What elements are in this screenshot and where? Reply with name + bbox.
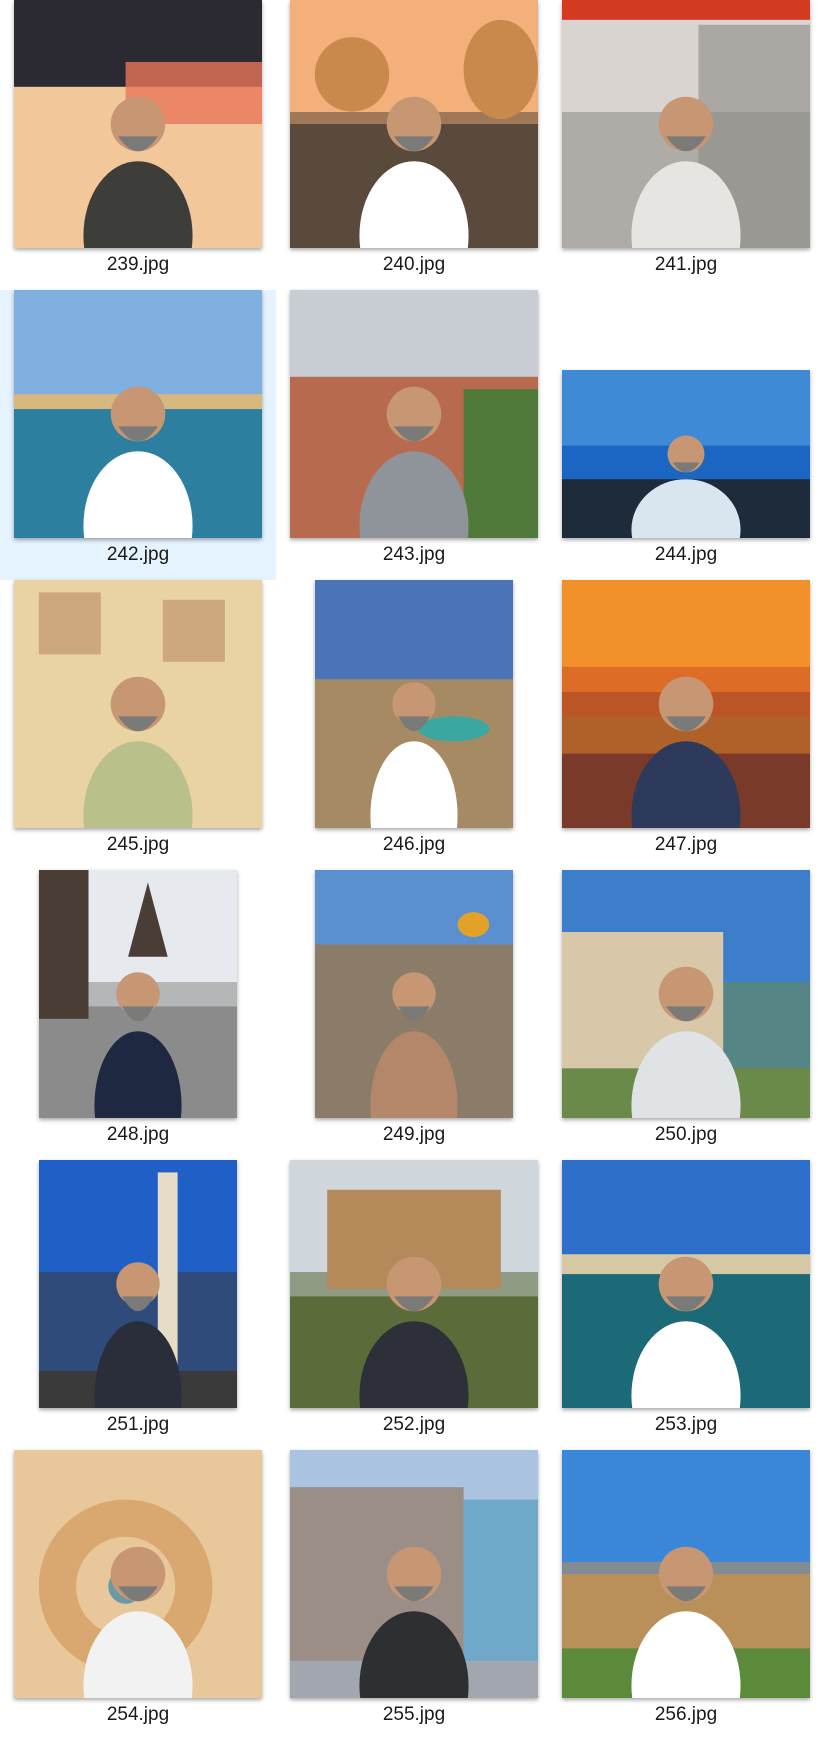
file-name-label: 247.jpg — [654, 834, 718, 855]
file-name-label: 243.jpg — [382, 544, 446, 565]
file-item[interactable]: 245.jpg — [0, 580, 276, 870]
file-name-label: 248.jpg — [106, 1124, 170, 1145]
thumbnail-frame — [0, 870, 276, 1118]
thumbnail-frame — [0, 1160, 276, 1408]
thumbnail-grid: 239.jpg 240.jpg 241.jpg 242.jpg 243.jpg … — [0, 0, 822, 1725]
photo-thumbnail[interactable] — [14, 580, 262, 828]
file-item[interactable]: 255.jpg — [276, 1450, 552, 1740]
photo-thumbnail[interactable] — [562, 580, 810, 828]
thumbnail-frame — [548, 870, 822, 1118]
file-item[interactable]: 249.jpg — [276, 870, 552, 1160]
photo-thumbnail[interactable] — [14, 290, 262, 538]
thumbnail-frame — [276, 580, 552, 828]
file-item[interactable]: 243.jpg — [276, 290, 552, 580]
file-name-label: 242.jpg — [106, 544, 170, 565]
thumbnail-frame — [276, 290, 552, 538]
file-item[interactable]: 248.jpg — [0, 870, 276, 1160]
photo-thumbnail[interactable] — [562, 370, 810, 538]
photo-thumbnail[interactable] — [39, 1160, 237, 1408]
photo-thumbnail[interactable] — [562, 1450, 810, 1698]
file-name-label: 245.jpg — [106, 834, 170, 855]
photo-thumbnail[interactable] — [290, 290, 538, 538]
thumbnail-frame — [548, 0, 822, 248]
file-name-label: 239.jpg — [106, 254, 170, 275]
thumbnail-frame — [276, 0, 552, 248]
photo-thumbnail[interactable] — [14, 1450, 262, 1698]
thumbnail-frame — [276, 870, 552, 1118]
photo-thumbnail[interactable] — [562, 0, 810, 248]
file-name-label: 250.jpg — [654, 1124, 718, 1145]
file-name-label: 241.jpg — [654, 254, 718, 275]
file-name-label: 249.jpg — [382, 1124, 446, 1145]
file-item[interactable]: 247.jpg — [548, 580, 822, 870]
photo-thumbnail[interactable] — [290, 0, 538, 248]
thumbnail-frame — [0, 1450, 276, 1698]
file-item[interactable]: 240.jpg — [276, 0, 552, 290]
file-item[interactable]: 246.jpg — [276, 580, 552, 870]
file-item[interactable]: 242.jpg — [0, 290, 276, 580]
file-name-label: 252.jpg — [382, 1414, 446, 1435]
file-name-label: 256.jpg — [654, 1704, 718, 1725]
photo-thumbnail[interactable] — [290, 1450, 538, 1698]
file-name-label: 254.jpg — [106, 1704, 170, 1725]
file-name-label: 255.jpg — [382, 1704, 446, 1725]
file-item[interactable]: 254.jpg — [0, 1450, 276, 1740]
file-item[interactable]: 253.jpg — [548, 1160, 822, 1450]
thumbnail-frame — [548, 1450, 822, 1698]
photo-thumbnail[interactable] — [290, 1160, 538, 1408]
photo-thumbnail[interactable] — [562, 870, 810, 1118]
photo-thumbnail[interactable] — [315, 580, 513, 828]
file-item[interactable]: 252.jpg — [276, 1160, 552, 1450]
thumbnail-frame — [0, 0, 276, 248]
thumbnail-frame — [276, 1450, 552, 1698]
file-name-label: 246.jpg — [382, 834, 446, 855]
file-name-label: 253.jpg — [654, 1414, 718, 1435]
photo-thumbnail[interactable] — [562, 1160, 810, 1408]
photo-thumbnail[interactable] — [315, 870, 513, 1118]
thumbnail-frame — [548, 290, 822, 538]
thumbnail-frame — [548, 580, 822, 828]
file-item[interactable]: 239.jpg — [0, 0, 276, 290]
thumbnail-frame — [0, 580, 276, 828]
thumbnail-frame — [548, 1160, 822, 1408]
file-name-label: 251.jpg — [106, 1414, 170, 1435]
file-name-label: 240.jpg — [382, 254, 446, 275]
file-item[interactable]: 244.jpg — [548, 290, 822, 580]
file-item[interactable]: 256.jpg — [548, 1450, 822, 1740]
thumbnail-frame — [0, 290, 276, 538]
file-name-label: 244.jpg — [654, 544, 718, 565]
file-item[interactable]: 250.jpg — [548, 870, 822, 1160]
photo-thumbnail[interactable] — [39, 870, 237, 1118]
photo-thumbnail[interactable] — [14, 0, 262, 248]
thumbnail-frame — [276, 1160, 552, 1408]
file-item[interactable]: 241.jpg — [548, 0, 822, 290]
file-item[interactable]: 251.jpg — [0, 1160, 276, 1450]
